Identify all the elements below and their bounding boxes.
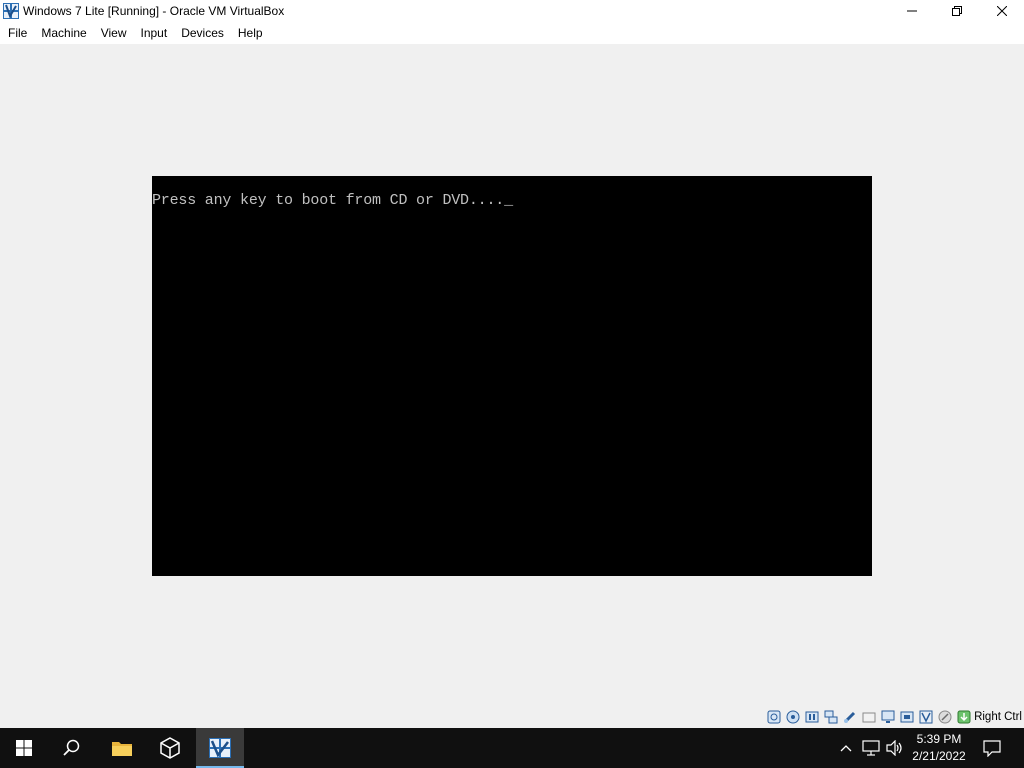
folder-icon bbox=[112, 742, 132, 756]
network-icon[interactable] bbox=[823, 710, 838, 725]
menu-bar: File Machine View Input Devices Help bbox=[0, 22, 1024, 44]
show-hidden-icons-button[interactable] bbox=[836, 728, 856, 768]
taskbar-clock[interactable]: 5:39 PM 2/21/2022 bbox=[904, 728, 974, 768]
menu-view[interactable]: View bbox=[94, 22, 134, 44]
search-button[interactable] bbox=[48, 728, 96, 768]
minimize-button[interactable] bbox=[889, 0, 934, 22]
mouse-integration-icon[interactable] bbox=[937, 710, 952, 725]
volume-tray-button[interactable] bbox=[884, 728, 906, 768]
console-message: Press any key to boot from CD or DVD.... bbox=[152, 192, 505, 209]
vm-screen[interactable]: Press any key to boot from CD or DVD....… bbox=[152, 176, 872, 576]
windows-logo-icon bbox=[16, 740, 32, 756]
menu-help[interactable]: Help bbox=[231, 22, 270, 44]
host-key-label[interactable]: Right Ctrl bbox=[974, 711, 1022, 723]
vm-window-taskbar-button[interactable] bbox=[196, 728, 244, 768]
chevron-up-icon bbox=[840, 745, 852, 752]
virtualbox-vm-icon[interactable] bbox=[3, 3, 19, 19]
clock-date: 2/21/2022 bbox=[912, 749, 966, 763]
minimize-icon bbox=[906, 10, 917, 12]
taskbar: 5:39 PM 2/21/2022 bbox=[0, 728, 1024, 768]
notification-icon bbox=[983, 740, 1001, 757]
console-cursor: _ bbox=[504, 192, 513, 209]
virtualbox-manager-taskbar-button[interactable] bbox=[146, 728, 194, 768]
file-explorer-taskbar-button[interactable] bbox=[98, 728, 146, 768]
status-bar: Right Ctrl bbox=[0, 706, 1024, 728]
close-button[interactable] bbox=[979, 0, 1024, 22]
display-icon[interactable] bbox=[880, 710, 895, 725]
virtualbox-cube-icon bbox=[160, 737, 180, 759]
window-title: Windows 7 Lite [Running] - Oracle VM Vir… bbox=[23, 4, 285, 18]
audio-icon[interactable] bbox=[804, 710, 819, 725]
menu-file[interactable]: File bbox=[0, 22, 34, 44]
shared-folders-icon[interactable] bbox=[861, 710, 876, 725]
action-center-button[interactable] bbox=[976, 728, 1008, 768]
network-tray-icon bbox=[862, 740, 880, 756]
restore-button[interactable] bbox=[934, 0, 979, 22]
menu-machine[interactable]: Machine bbox=[34, 22, 93, 44]
window-controls bbox=[889, 0, 1024, 22]
start-button[interactable] bbox=[0, 728, 48, 768]
menu-input[interactable]: Input bbox=[134, 22, 175, 44]
usb-icon[interactable] bbox=[842, 710, 857, 725]
vm-window-icon bbox=[209, 738, 231, 758]
restore-icon bbox=[951, 6, 962, 16]
hard-disk-icon[interactable] bbox=[766, 710, 781, 725]
console-text: Press any key to boot from CD or DVD....… bbox=[152, 192, 513, 209]
network-tray-button[interactable] bbox=[860, 728, 882, 768]
close-icon bbox=[996, 6, 1007, 16]
host-key-icon[interactable] bbox=[956, 710, 971, 725]
cpu-icon[interactable] bbox=[918, 710, 933, 725]
title-bar: Windows 7 Lite [Running] - Oracle VM Vir… bbox=[0, 0, 1024, 22]
video-capture-icon[interactable] bbox=[899, 710, 914, 725]
clock-time: 5:39 PM bbox=[916, 732, 962, 746]
vm-display-area[interactable]: Press any key to boot from CD or DVD....… bbox=[0, 44, 1024, 706]
speaker-icon bbox=[886, 740, 902, 756]
menu-devices[interactable]: Devices bbox=[174, 22, 231, 44]
search-icon bbox=[63, 739, 80, 756]
optical-drive-icon[interactable] bbox=[785, 710, 800, 725]
